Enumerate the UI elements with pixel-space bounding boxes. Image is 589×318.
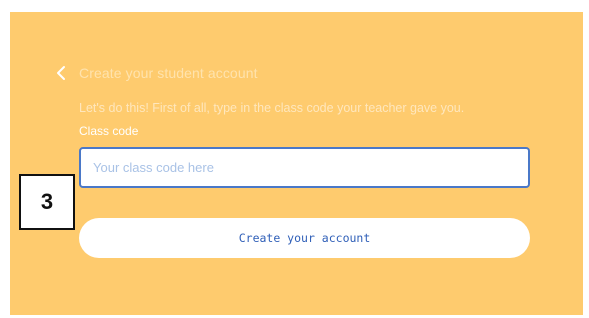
class-code-input[interactable]: [79, 147, 530, 188]
intro-text: Let's do this! First of all, type in the…: [79, 101, 465, 115]
chevron-left-icon[interactable]: [52, 62, 70, 84]
class-code-label: Class code: [79, 124, 139, 138]
step-number-badge: 3: [19, 174, 75, 230]
page-title: Create your student account: [79, 65, 258, 81]
create-account-button[interactable]: Create your account: [79, 218, 530, 258]
header: Create your student account: [52, 62, 258, 84]
screen: Create your student account Let's do thi…: [0, 0, 589, 318]
